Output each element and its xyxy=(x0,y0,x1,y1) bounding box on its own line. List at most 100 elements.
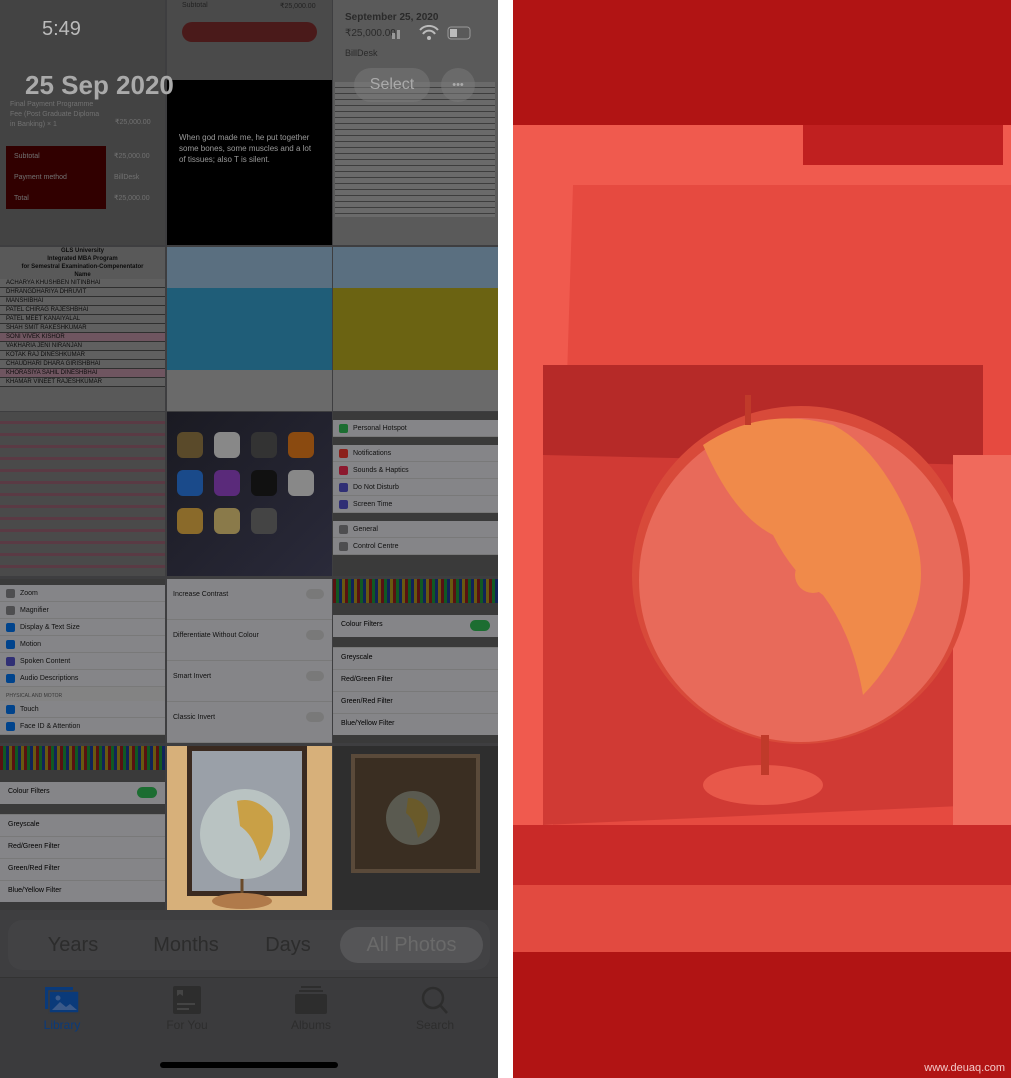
view-days[interactable]: Days xyxy=(253,927,323,963)
toggle-switch xyxy=(306,712,324,722)
setting-row: Face ID & Attention xyxy=(0,718,165,735)
setting-icon xyxy=(6,588,15,598)
setting-row: Display & Text Size xyxy=(0,619,165,636)
toggle-switch xyxy=(306,589,324,599)
select-button[interactable]: Select xyxy=(354,68,430,102)
tab-library[interactable]: Library xyxy=(12,986,112,1032)
setting-icon xyxy=(339,423,348,433)
filter-option: Blue/Yellow Filter xyxy=(333,713,498,735)
sheet-row: SHAH SMIT RAKESHKUMAR xyxy=(0,324,165,333)
setting-toggle-row: Increase Contrast xyxy=(167,579,332,620)
filter-option: Green/Red Filter xyxy=(0,858,165,880)
tab-search[interactable]: Search xyxy=(385,986,485,1032)
view-months[interactable]: Months xyxy=(136,927,236,963)
sheet-row: ACHARYA KHUSHBEN NITINBHAI xyxy=(0,279,165,288)
thumbnail-colour-filters-2[interactable]: Colour Filters Greyscale Red/Green Filter G… xyxy=(0,746,165,910)
thumbnail-settings-main[interactable]: Personal Hotspot Notifications Sounds & Ha… xyxy=(333,412,498,576)
photos-library-screen: Final Payment Programme Fee (Post Gradua… xyxy=(0,0,498,1078)
filter-option: Blue/Yellow Filter xyxy=(0,880,165,902)
setting-row: Audio Descriptions xyxy=(0,670,165,687)
setting-icon xyxy=(6,605,15,615)
view-switcher: Years Months Days All Photos xyxy=(8,920,490,970)
setting-icon xyxy=(339,448,348,458)
setting-row: General xyxy=(333,521,498,538)
setting-icon xyxy=(6,704,15,714)
view-years[interactable]: Years xyxy=(28,927,118,963)
colour-filters-toggle-row: Colour Filters xyxy=(0,782,165,804)
tab-for-you[interactable]: For You xyxy=(137,986,237,1032)
setting-icon xyxy=(339,541,348,551)
sheet-row: KHORASIYA SAHIL DINESHBHAI xyxy=(0,369,165,378)
setting-icon xyxy=(339,499,348,509)
colour-filter-preview: www.deuaq.com xyxy=(513,0,1011,1078)
filter-option: Red/Green Filter xyxy=(333,669,498,691)
thumbnail-colour-filters-1[interactable]: Colour Filters Greyscale Red/Green Filter G… xyxy=(333,579,498,743)
setting-toggle-row: Differentiate Without Colour xyxy=(167,620,332,661)
globe-photo-red-filter xyxy=(513,125,1011,952)
tab-albums[interactable]: Albums xyxy=(261,986,361,1032)
setting-toggle-row: Classic Invert xyxy=(167,702,332,743)
filter-option: Greyscale xyxy=(333,647,498,669)
filter-option: Green/Red Filter xyxy=(333,691,498,713)
filter-option: Red/Green Filter xyxy=(0,836,165,858)
thumbnail-excel-yellow[interactable] xyxy=(333,247,498,411)
colour-filters-toggle-row: Colour Filters xyxy=(333,615,498,637)
setting-row: Motion xyxy=(0,636,165,653)
sheet-row: CHAUDHARI DHARA GIRISHBHAI xyxy=(0,360,165,369)
setting-row: Touch xyxy=(0,701,165,718)
thumbnail-excel-blue[interactable] xyxy=(167,247,332,411)
status-time: 5:49 xyxy=(42,18,81,40)
toggle-switch xyxy=(306,630,324,640)
status-bar: 5:49 xyxy=(0,0,498,60)
setting-icon xyxy=(339,465,348,475)
sheet-row: DHRANGDHARIYA DHRUVIT xyxy=(0,288,165,297)
filter-option: Greyscale xyxy=(0,814,165,836)
setting-row: Do Not Disturb xyxy=(333,479,498,496)
thumbnail-accessibility[interactable]: Zoom Magnifier Display & Text Size Motion Sp… xyxy=(0,579,165,743)
setting-row: Sounds & Haptics xyxy=(333,462,498,479)
thumbnail-display-settings[interactable]: Increase Contrast Differentiate Without C… xyxy=(167,579,332,743)
more-options-button[interactable]: ••• xyxy=(441,68,475,102)
sheet-row: KHAMAR VINEET RAJESHKUMAR xyxy=(0,378,165,387)
setting-row: Control Centre xyxy=(333,538,498,555)
view-all-photos[interactable]: All Photos xyxy=(340,927,483,963)
setting-toggle-row: Smart Invert xyxy=(167,661,332,702)
thumbnail-marksheet[interactable] xyxy=(0,412,165,576)
setting-row: Magnifier xyxy=(0,602,165,619)
toggle-switch-on xyxy=(137,787,157,798)
setting-row: Personal Hotspot xyxy=(333,420,498,437)
setting-row: Zoom xyxy=(0,585,165,602)
thumbnail-globe-selected[interactable] xyxy=(167,746,332,910)
globe-photo xyxy=(167,746,332,910)
albums-icon xyxy=(295,986,327,1014)
setting-icon xyxy=(6,673,15,683)
sheet-row: VAKHARIA JENI NIRANJAN xyxy=(0,342,165,351)
photo-library-icon xyxy=(45,987,80,1014)
toggle-switch-on xyxy=(470,620,490,631)
setting-icon xyxy=(339,524,348,534)
sheet-row: SONI VIVEK KISHOR xyxy=(0,333,165,342)
watermark: www.deuaq.com xyxy=(924,1062,1005,1074)
setting-row: Notifications xyxy=(333,445,498,462)
thumbnail-student-list[interactable]: GLS University Integrated MBA Program fo… xyxy=(0,247,165,411)
setting-row: Screen Time xyxy=(333,496,498,513)
for-you-icon xyxy=(173,986,201,1014)
sheet-row: PATEL CHIRAG RAJESHBHAI xyxy=(0,306,165,315)
section-header: PHYSICAL AND MOTOR xyxy=(0,687,165,701)
setting-icon xyxy=(6,639,15,649)
setting-icon xyxy=(6,656,15,666)
sheet-row: KOTAK RAJ DINESHKUMAR xyxy=(0,351,165,360)
setting-icon xyxy=(339,482,348,492)
sheet-row: PATEL MEET KANAIYALAL xyxy=(0,315,165,324)
setting-icon xyxy=(6,622,15,632)
home-indicator[interactable] xyxy=(160,1062,338,1068)
search-icon xyxy=(421,986,448,1014)
thumbnail-home-screen[interactable] xyxy=(167,412,332,576)
status-icons xyxy=(392,25,471,40)
toggle-switch xyxy=(306,671,324,681)
setting-row: Spoken Content xyxy=(0,653,165,670)
thumbnail-globe-shelf[interactable] xyxy=(333,746,498,910)
sheet-row: MANSHIBHAI xyxy=(0,297,165,306)
setting-icon xyxy=(6,721,15,731)
date-heading: 25 Sep 2020 xyxy=(25,70,174,100)
